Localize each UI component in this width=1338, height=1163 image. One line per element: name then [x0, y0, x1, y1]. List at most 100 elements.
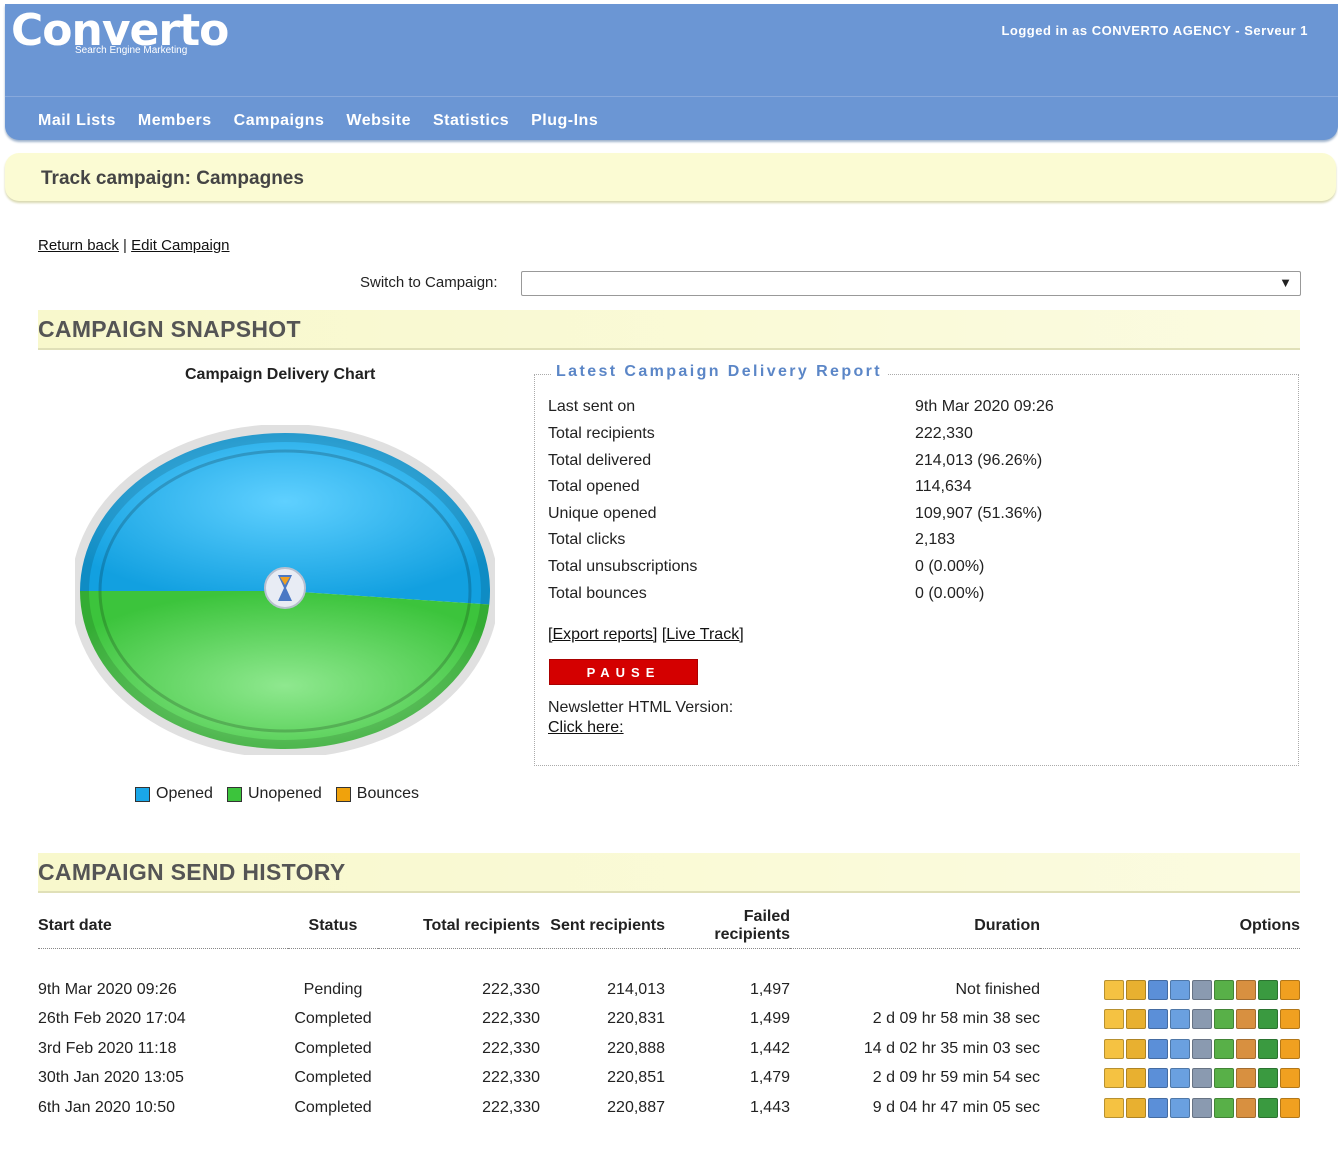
export-icon[interactable] [1258, 1068, 1278, 1089]
row-options [1040, 1034, 1300, 1064]
logo-subtitle: Search Engine Marketing [75, 45, 188, 56]
warning-mail-icon[interactable] [1280, 1009, 1300, 1030]
table-row: 30th Jan 2020 13:05 Completed 222,330 220,8… [38, 1064, 1300, 1094]
user-icon[interactable] [1236, 1038, 1256, 1059]
switch-campaign-select[interactable]: ▼ [521, 271, 1301, 296]
options-icon-group [1040, 979, 1300, 1000]
report-icon[interactable] [1126, 1097, 1146, 1118]
nav-divider [5, 96, 1338, 97]
report-icon[interactable] [1126, 1009, 1146, 1030]
snapshot-heading: CAMPAIGN SNAPSHOT [38, 316, 301, 342]
legend-unopened: Unopened [226, 785, 322, 803]
forward-mail-icon[interactable] [1214, 1068, 1234, 1089]
list-icon[interactable] [1148, 1038, 1168, 1059]
row-sent-recipients: 220,851 [607, 1069, 665, 1087]
report-label: Total opened [548, 478, 640, 495]
legend-label-unopened: Unopened [247, 785, 322, 802]
list-icon[interactable] [1148, 1068, 1168, 1089]
list-icon[interactable] [1148, 979, 1168, 1000]
open-mail-icon[interactable] [1170, 1097, 1190, 1118]
row-total-recipients: 222,330 [482, 1010, 540, 1028]
legend-label-opened: Opened [156, 785, 213, 802]
export-icon[interactable] [1258, 1097, 1278, 1118]
edit-campaign-link[interactable]: Edit Campaign [131, 237, 229, 254]
forward-mail-icon[interactable] [1214, 1097, 1234, 1118]
click-here-link[interactable]: Click here: [548, 719, 624, 736]
warning-mail-icon[interactable] [1280, 1068, 1300, 1089]
delivery-pie-chart [75, 425, 495, 755]
export-icon[interactable] [1258, 1038, 1278, 1059]
page-title: Track campaign: Campagnes [41, 168, 304, 189]
edit-icon[interactable] [1104, 1097, 1124, 1118]
print-mail-icon[interactable] [1192, 1009, 1212, 1030]
hourglass-icon [264, 567, 306, 609]
row-status: Completed [294, 1039, 372, 1057]
export-icon[interactable] [1258, 1009, 1278, 1030]
export-reports-link[interactable]: [Export reports] [548, 626, 657, 643]
list-icon[interactable] [1148, 1097, 1168, 1118]
open-mail-icon[interactable] [1170, 1038, 1190, 1059]
row-options [1040, 1064, 1300, 1094]
legend-bounces: Bounces [335, 785, 419, 803]
export-icon[interactable] [1258, 979, 1278, 1000]
row-options [1040, 975, 1300, 1005]
col-start-date: Start date [38, 916, 112, 934]
col-total-recipients: Total recipients [422, 916, 540, 934]
legend-swatch-bounces [335, 786, 351, 802]
options-icon-group [1040, 1097, 1300, 1118]
report-icon[interactable] [1126, 979, 1146, 1000]
list-icon[interactable] [1148, 1009, 1168, 1030]
col-sent-recipients: Sent recipients [550, 916, 665, 934]
edit-icon[interactable] [1104, 979, 1124, 1000]
forward-mail-icon[interactable] [1214, 1038, 1234, 1059]
nav-statistics[interactable]: Statistics [433, 112, 509, 130]
row-failed-recipients: 1,499 [749, 1010, 790, 1028]
edit-icon[interactable] [1104, 1009, 1124, 1030]
print-mail-icon[interactable] [1192, 1068, 1212, 1089]
warning-mail-icon[interactable] [1280, 1038, 1300, 1059]
row-status: Completed [294, 1010, 372, 1028]
chart-legend: Opened Unopened Bounces [135, 785, 427, 803]
print-mail-icon[interactable] [1192, 1038, 1212, 1059]
open-mail-icon[interactable] [1170, 1009, 1190, 1030]
pause-button[interactable]: PAUSE [549, 659, 698, 685]
nav-members[interactable]: Members [138, 112, 212, 130]
row-failed-recipients: 1,442 [749, 1039, 790, 1057]
print-mail-icon[interactable] [1192, 979, 1212, 1000]
report-value: 9th Mar 2020 09:26 [915, 398, 1054, 415]
warning-mail-icon[interactable] [1280, 1097, 1300, 1118]
switch-campaign-label: Switch to Campaign: [360, 274, 498, 291]
table-row: 26th Feb 2020 17:04 Completed 222,330 220,8… [38, 1005, 1300, 1035]
print-mail-icon[interactable] [1192, 1097, 1212, 1118]
header-bar: Converto Search Engine Marketing Logged … [5, 4, 1338, 140]
edit-icon[interactable] [1104, 1068, 1124, 1089]
forward-mail-icon[interactable] [1214, 1009, 1234, 1030]
row-start-date: 6th Jan 2020 10:50 [38, 1098, 176, 1116]
return-back-link[interactable]: Return back [38, 237, 119, 254]
row-total-recipients: 222,330 [482, 1069, 540, 1087]
nav-mail-lists[interactable]: Mail Lists [38, 112, 116, 130]
user-icon[interactable] [1236, 1097, 1256, 1118]
report-icon[interactable] [1126, 1038, 1146, 1059]
nav-campaigns[interactable]: Campaigns [234, 112, 325, 130]
report-icon[interactable] [1126, 1068, 1146, 1089]
user-icon[interactable] [1236, 1009, 1256, 1030]
report-value: 222,330 [915, 425, 973, 442]
open-mail-icon[interactable] [1170, 1068, 1190, 1089]
table-separator [38, 948, 1300, 975]
user-icon[interactable] [1236, 1068, 1256, 1089]
open-mail-icon[interactable] [1170, 979, 1190, 1000]
live-track-link[interactable]: [Live Track] [662, 626, 744, 643]
nav-website[interactable]: Website [346, 112, 411, 130]
report-value: 0 (0.00%) [915, 585, 985, 602]
forward-mail-icon[interactable] [1214, 979, 1234, 1000]
col-status: Status [308, 916, 358, 934]
table-header-row: Start date Status Total recipients Sent … [38, 903, 1300, 949]
warning-mail-icon[interactable] [1280, 979, 1300, 1000]
top-links: Return back | Edit Campaign [38, 237, 230, 254]
delivery-report-box: Latest Campaign Delivery Report Last sen… [534, 363, 1299, 766]
user-icon[interactable] [1236, 979, 1256, 1000]
nav-plug-ins[interactable]: Plug-Ins [531, 112, 598, 130]
edit-icon[interactable] [1104, 1038, 1124, 1059]
row-failed-recipients: 1,479 [749, 1069, 790, 1087]
